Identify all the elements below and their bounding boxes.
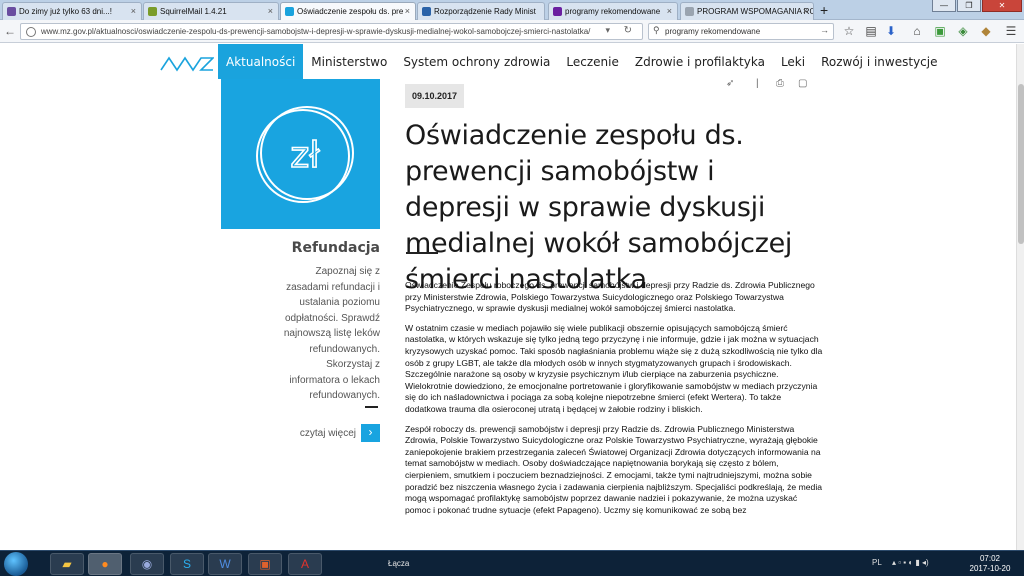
close-icon[interactable]: × <box>803 6 808 16</box>
date-badge: 09.10.2017 <box>405 84 464 108</box>
media-player-icon[interactable]: ◉ <box>130 553 164 575</box>
restore-icon[interactable]: ❐ <box>957 0 981 12</box>
article-paragraph: Zespół roboczy ds. prewencji samobójstw … <box>405 423 823 515</box>
window-close-icon[interactable]: ✕ <box>982 0 1022 12</box>
browser-tab[interactable]: Do zimy już tylko 63 dni...! × <box>2 2 142 20</box>
pdf-reader-icon[interactable]: A <box>288 553 322 575</box>
search-go-icon[interactable]: → <box>820 25 829 35</box>
search-box[interactable]: ⚲ programy rekomendowane → <box>648 23 834 40</box>
links-toolbar-label[interactable]: Łącza <box>388 559 409 568</box>
nav-item-ministerstwo[interactable]: Ministerstwo <box>303 44 395 79</box>
pocket-icon[interactable]: ▣ <box>933 24 947 38</box>
presentation-icon[interactable]: ▣ <box>248 553 282 575</box>
search-icon: ⚲ <box>653 25 660 35</box>
close-icon[interactable]: × <box>667 6 672 16</box>
reload-icon[interactable]: ↻ <box>624 25 632 36</box>
bookmark-star-icon[interactable]: ☆ <box>842 24 856 38</box>
search-input[interactable]: programy rekomendowane <box>665 27 760 36</box>
yahoo-icon <box>553 7 562 16</box>
divider <box>365 406 378 408</box>
send-icon[interactable]: ➶ <box>726 78 734 89</box>
nav-item-zdrowie-i-profilaktyka[interactable]: Zdrowie i profilaktyka <box>627 44 773 79</box>
word-icon[interactable]: W <box>208 553 242 575</box>
browser-tab[interactable]: SquirrelMail 1.4.21 × <box>143 2 279 20</box>
clock-date: 2017-10-20 <box>969 564 1011 573</box>
start-button-icon[interactable] <box>4 552 28 576</box>
coin-symbol: zł <box>290 135 320 176</box>
doc-icon <box>422 7 431 16</box>
browser-tab-active[interactable]: Oświadczenie zespołu ds. pre × <box>280 2 416 20</box>
skype-icon[interactable]: S <box>170 553 204 575</box>
dropdown-icon[interactable]: ▾ <box>605 25 610 36</box>
tab-label: Rozporządzenie Rady Minist <box>434 7 536 16</box>
close-icon[interactable]: × <box>131 6 136 16</box>
home-icon[interactable]: ⌂ <box>910 24 924 38</box>
url-text: www.mz.gov.pl/aktualnosci/oswiadczenie-z… <box>41 27 591 36</box>
scrollbar-thumb[interactable] <box>1018 84 1024 244</box>
language-indicator[interactable]: PL <box>872 558 882 567</box>
article-paragraph: Oświadczenie Zespołu roboczego ds. prewe… <box>405 280 815 314</box>
title-underline <box>406 252 438 254</box>
sidebar-title[interactable]: Refundacja <box>221 240 380 256</box>
mz-icon <box>285 7 294 16</box>
refundacja-tile[interactable]: zł <box>221 79 380 229</box>
globe-icon <box>26 27 36 37</box>
page-scrollbar[interactable] <box>1016 44 1024 550</box>
sidebar-description: Zapoznaj się z zasadami refundacji i ust… <box>283 266 380 401</box>
new-tab-icon[interactable]: + <box>820 2 828 18</box>
pdf-icon[interactable]: ▢ <box>798 78 807 89</box>
windows-taskbar: ▰ ● ◉ S W ▣ A Łącza PL ▴ ▫ ▪ ◐ ▮ ◂) 07:0… <box>0 550 1024 576</box>
address-bar[interactable]: www.mz.gov.pl/aktualnosci/oswiadczenie-z… <box>20 23 643 40</box>
squirrel-icon <box>148 7 157 16</box>
mail-icon <box>7 7 16 16</box>
close-icon[interactable]: × <box>405 6 410 16</box>
web-page: Aktualności Ministerstwo System ochrony … <box>0 44 1016 550</box>
nav-item-leki[interactable]: Leki <box>773 44 813 79</box>
extension-icon[interactable]: ◈ <box>956 24 970 38</box>
coin-icon: zł <box>256 106 354 203</box>
tab-label: programy rekomendowane <box>565 7 661 16</box>
nav-item-aktualnosci[interactable]: Aktualności <box>218 44 304 79</box>
page-icon <box>685 7 694 16</box>
menu-icon[interactable]: ☰ <box>1004 24 1018 38</box>
explorer-icon[interactable]: ▰ <box>50 553 84 575</box>
print-icon[interactable]: ⎙ <box>776 78 784 89</box>
system-clock[interactable]: 07:02 2017-10-20 <box>966 554 1014 574</box>
browser-tab[interactable]: programy rekomendowane × <box>548 2 678 20</box>
close-icon[interactable]: × <box>268 6 273 16</box>
firefox-icon[interactable]: ● <box>88 553 122 575</box>
clock-time: 07:02 <box>979 554 1001 563</box>
nav-item-system-ochrony-zdrowia[interactable]: System ochrony zdrowia <box>395 44 558 79</box>
browser-navigation-bar: ← www.mz.gov.pl/aktualnosci/oswiadczenie… <box>0 20 1024 43</box>
article-paragraph: W ostatnim czasie w mediach pojawiło się… <box>405 322 823 414</box>
bookmarks-list-icon[interactable]: ▤ <box>864 24 878 38</box>
mz-logo[interactable] <box>160 54 214 72</box>
main-navigation: Aktualności Ministerstwo System ochrony … <box>218 44 945 79</box>
article-body: Oświadczenie Zespołu roboczego ds. prewe… <box>405 280 825 524</box>
tray-icons[interactable]: ▴ ▫ ▪ ◐ ▮ ◂) <box>892 558 929 567</box>
extension-icon[interactable]: ◆ <box>979 24 993 38</box>
read-more-link[interactable]: czytaj więcej <box>276 428 356 439</box>
article-title: Oświadczenie zespołu ds. prewencji samob… <box>405 120 793 295</box>
tab-label: SquirrelMail 1.4.21 <box>160 7 227 16</box>
back-icon[interactable]: ← <box>2 23 18 39</box>
tab-label: PROGRAM WSPOMAGANIA ROZ <box>697 7 814 16</box>
nav-item-rozwoj-i-inwestycje[interactable]: Rozwój i inwestycje <box>813 44 945 79</box>
browser-tab[interactable]: PROGRAM WSPOMAGANIA ROZ × <box>680 2 814 20</box>
browser-tab[interactable]: Rozporządzenie Rady Minist <box>417 2 545 20</box>
read-more-arrow-button[interactable]: › <box>361 424 380 442</box>
minimize-icon[interactable]: — <box>932 0 956 12</box>
nav-item-leczenie[interactable]: Leczenie <box>558 44 626 79</box>
tab-label: Do zimy już tylko 63 dni...! <box>19 7 112 16</box>
tab-label: Oświadczenie zespołu ds. pre <box>297 7 404 16</box>
browser-tab-bar: Do zimy już tylko 63 dni...! × SquirrelM… <box>0 0 1024 20</box>
separator: | <box>756 78 759 89</box>
download-icon[interactable]: ⬇ <box>884 24 898 38</box>
